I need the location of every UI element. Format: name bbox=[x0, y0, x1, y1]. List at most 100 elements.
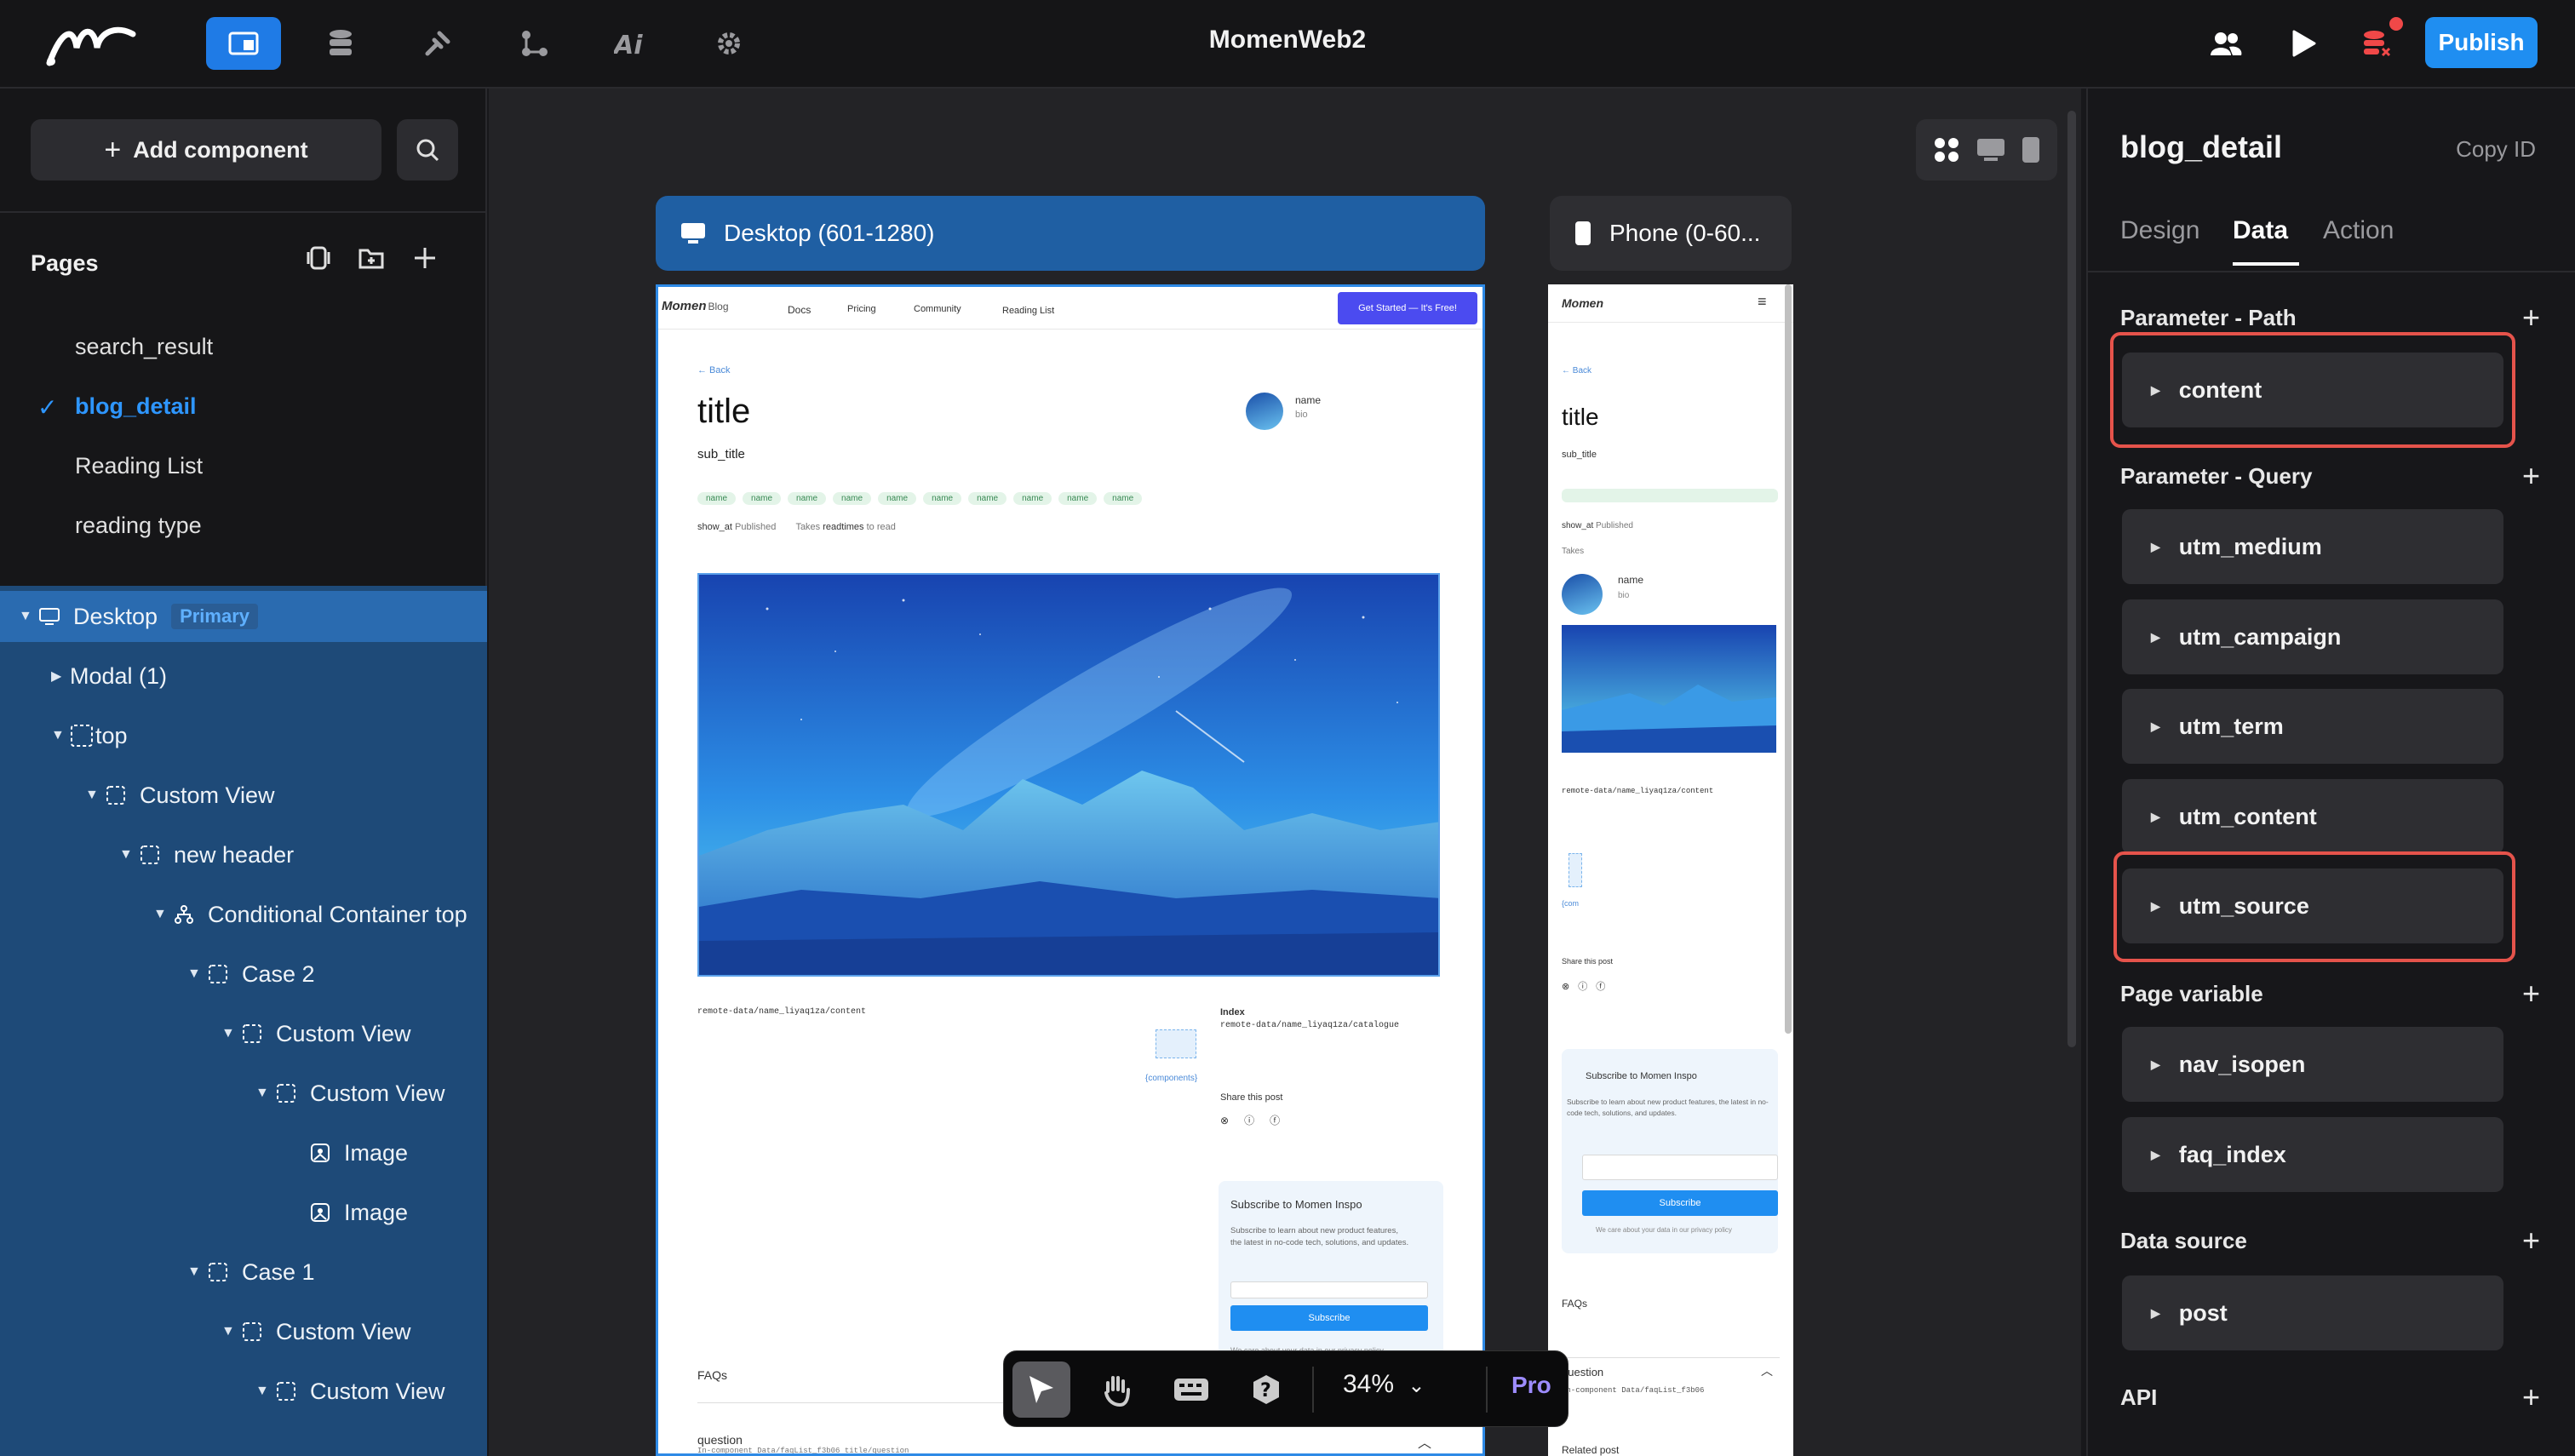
tree-node-custom-view[interactable]: ▼ Custom View bbox=[255, 1068, 445, 1119]
tree-node-image[interactable]: Image bbox=[308, 1187, 408, 1238]
add-page-icon[interactable] bbox=[412, 245, 438, 271]
page-item-blog-detail[interactable]: blog_detail bbox=[75, 393, 197, 420]
tree-node-custom-view[interactable]: ▼ Custom View bbox=[221, 1008, 411, 1059]
site-logo[interactable]: Momen bbox=[1562, 296, 1603, 310]
nav-pricing[interactable]: Pricing bbox=[847, 304, 876, 314]
components-slot[interactable] bbox=[1569, 853, 1582, 887]
tree-node-case-1[interactable]: ▼ Case 1 bbox=[187, 1247, 315, 1298]
settings-gear-icon[interactable] bbox=[691, 17, 766, 70]
search-icon bbox=[416, 139, 439, 162]
phone-view-icon[interactable] bbox=[2021, 135, 2041, 164]
caret-down-icon[interactable]: ▼ bbox=[221, 1026, 240, 1041]
param-utm-medium[interactable]: ▶ utm_medium bbox=[2122, 509, 2503, 584]
faq-question[interactable]: question bbox=[697, 1433, 743, 1447]
tree-node-custom-view[interactable]: ▼ Custom View bbox=[221, 1306, 411, 1357]
page-item-reading-list[interactable]: Reading List bbox=[75, 453, 203, 479]
phone-scrollbar[interactable] bbox=[1785, 284, 1792, 1034]
desktop-preview-frame[interactable]: Momen Blog Docs Pricing Community Reading… bbox=[656, 284, 1485, 1456]
caret-down-icon[interactable]: ▼ bbox=[85, 788, 104, 803]
param-utm-content[interactable]: ▶ utm_content bbox=[2122, 779, 2503, 854]
nav-reading-list[interactable]: Reading List bbox=[1002, 306, 1054, 316]
social-icons[interactable]: ⊗ⓘⓕ bbox=[1562, 979, 1614, 993]
tab-design[interactable]: Design bbox=[2120, 216, 2199, 245]
email-field[interactable] bbox=[1582, 1155, 1778, 1180]
chevron-up-icon[interactable]: ︿ bbox=[1418, 1431, 1431, 1452]
components-icon[interactable] bbox=[206, 17, 281, 70]
phone-breakpoint-tab[interactable]: Phone (0-60... bbox=[1550, 196, 1792, 271]
add-folder-icon[interactable] bbox=[358, 245, 385, 271]
caret-down-icon[interactable]: ▼ bbox=[119, 847, 138, 863]
pro-badge[interactable]: Pro bbox=[1511, 1372, 1551, 1399]
tree-node-custom-view[interactable]: ▼ Custom View bbox=[85, 770, 275, 821]
nav-docs[interactable]: Docs bbox=[788, 304, 811, 316]
momen-logo-icon[interactable] bbox=[44, 22, 138, 68]
subscribe-button[interactable]: Subscribe bbox=[1230, 1305, 1428, 1331]
canvas-scrollbar[interactable] bbox=[2067, 111, 2076, 1047]
tree-node-desktop[interactable]: ▼ Desktop Primary bbox=[0, 591, 487, 642]
database-icon[interactable] bbox=[303, 17, 378, 70]
keyboard-shortcuts[interactable] bbox=[1162, 1361, 1220, 1418]
all-views-icon[interactable] bbox=[1932, 135, 1961, 164]
site-logo[interactable]: Momen Blog bbox=[662, 299, 729, 313]
param-utm-term[interactable]: ▶ utm_term bbox=[2122, 689, 2503, 764]
add-query-param-icon[interactable]: + bbox=[2522, 461, 2540, 491]
tree-node-top[interactable]: ▼ top bbox=[51, 710, 128, 761]
tab-data[interactable]: Data bbox=[2233, 216, 2288, 245]
help-button[interactable]: ? bbox=[1237, 1361, 1295, 1418]
add-api-icon[interactable]: + bbox=[2522, 1382, 2540, 1413]
hand-tool[interactable] bbox=[1087, 1361, 1145, 1418]
components-slot[interactable] bbox=[1156, 1029, 1196, 1058]
page-item-reading-type[interactable]: reading type bbox=[75, 513, 202, 539]
desktop-view-icon[interactable] bbox=[1976, 137, 2006, 163]
datasource-post[interactable]: ▶ post bbox=[2122, 1275, 2503, 1350]
param-utm-campaign[interactable]: ▶ utm_campaign bbox=[2122, 599, 2503, 674]
subscribe-button[interactable]: Subscribe bbox=[1582, 1190, 1778, 1216]
phone-preview-frame[interactable]: Momen ≡ ← Back title sub_title show_at P… bbox=[1548, 284, 1793, 1456]
publish-button[interactable]: Publish bbox=[2425, 17, 2538, 68]
get-started-button[interactable]: Get Started — It's Free! bbox=[1338, 292, 1477, 324]
plugin-icon[interactable] bbox=[400, 17, 475, 70]
page-settings-icon[interactable] bbox=[307, 245, 330, 271]
var-nav-isopen[interactable]: ▶ nav_isopen bbox=[2122, 1027, 2503, 1102]
hero-image[interactable] bbox=[697, 573, 1440, 977]
collaborators-icon[interactable] bbox=[2188, 17, 2263, 70]
tree-node-image[interactable]: Image bbox=[308, 1127, 408, 1178]
workflow-icon[interactable] bbox=[497, 17, 572, 70]
search-button[interactable] bbox=[397, 119, 458, 181]
social-icons[interactable]: ⊗ⓘⓕ bbox=[1220, 1113, 1295, 1127]
tree-node-new-header[interactable]: ▼ new header bbox=[119, 829, 294, 880]
var-faq-index[interactable]: ▶ faq_index bbox=[2122, 1117, 2503, 1192]
ai-icon[interactable]: Ai bbox=[594, 17, 669, 70]
hamburger-menu-icon[interactable]: ≡ bbox=[1758, 293, 1767, 311]
caret-down-icon[interactable]: ▼ bbox=[187, 1264, 206, 1280]
add-path-param-icon[interactable]: + bbox=[2522, 302, 2540, 333]
caret-down-icon[interactable]: ▼ bbox=[255, 1384, 274, 1399]
add-data-source-icon[interactable]: + bbox=[2522, 1225, 2540, 1256]
preview-play-icon[interactable] bbox=[2265, 17, 2340, 70]
zoom-dropdown[interactable]: 34% ⌄ bbox=[1343, 1370, 1425, 1399]
desktop-breakpoint-tab[interactable]: Desktop (601-1280) bbox=[656, 196, 1485, 271]
tree-node-case-2[interactable]: ▼ Case 2 bbox=[187, 949, 315, 1000]
page-item-search-result[interactable]: search_result bbox=[75, 334, 213, 360]
email-field[interactable] bbox=[1230, 1281, 1428, 1298]
select-tool[interactable] bbox=[1012, 1361, 1070, 1418]
back-link[interactable]: ← Back bbox=[697, 365, 731, 375]
nav-community[interactable]: Community bbox=[914, 304, 961, 314]
tab-action[interactable]: Action bbox=[2323, 216, 2394, 245]
tree-node-conditional-container[interactable]: ▼ Conditional Container top bbox=[153, 889, 467, 940]
caret-down-icon[interactable]: ▼ bbox=[255, 1086, 274, 1101]
add-page-variable-icon[interactable]: + bbox=[2522, 978, 2540, 1009]
hero-image[interactable] bbox=[1562, 625, 1776, 753]
tree-node-modal[interactable]: ▶ Modal (1) bbox=[51, 651, 167, 702]
caret-down-icon[interactable]: ▼ bbox=[19, 609, 37, 624]
tree-node-custom-view[interactable]: ▼ Custom View bbox=[255, 1366, 445, 1417]
copy-id-button[interactable]: Copy ID bbox=[2456, 136, 2536, 163]
caret-down-icon[interactable]: ▼ bbox=[51, 728, 70, 743]
caret-down-icon[interactable]: ▼ bbox=[221, 1324, 240, 1339]
add-component-button[interactable]: + Add component bbox=[31, 119, 381, 181]
caret-right-icon[interactable]: ▶ bbox=[51, 668, 70, 685]
caret-down-icon[interactable]: ▼ bbox=[187, 966, 206, 982]
caret-down-icon[interactable]: ▼ bbox=[153, 907, 172, 922]
chevron-up-icon[interactable]: ︿ bbox=[1761, 1362, 1773, 1379]
back-link[interactable]: ← Back bbox=[1562, 366, 1591, 375]
